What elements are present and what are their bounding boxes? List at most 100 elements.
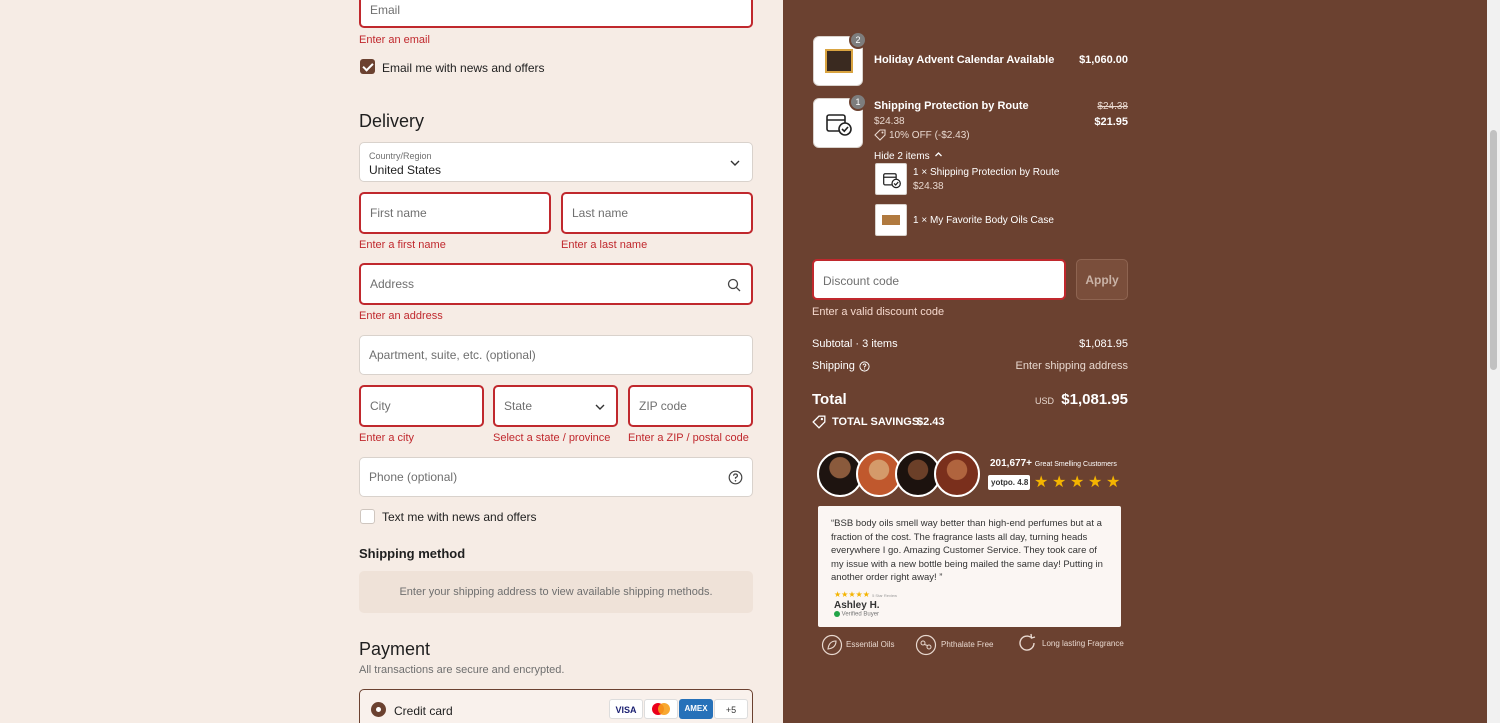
customer-count-label: Great Smelling Customers [1034, 461, 1117, 468]
visa-icon: VISA [609, 699, 643, 719]
molecule-icon [915, 634, 937, 656]
amex-icon: AMEX [679, 699, 713, 719]
payment-title: Payment [359, 639, 431, 659]
review-stars: ★★★★★ 5 Star Review [834, 590, 897, 599]
subtotal-label: Subtotal · 3 items [812, 338, 898, 350]
email-error: Enter an email [359, 34, 430, 46]
total-label: Total [812, 391, 847, 408]
email-field[interactable]: Email [359, 0, 753, 28]
customer-count-number: 201,677+ [990, 458, 1032, 469]
search-icon [727, 278, 741, 292]
payment-subtitle: All transactions are secure and encrypte… [359, 664, 565, 676]
item-quantity-badge: 2 [849, 31, 867, 49]
tag-icon [812, 415, 826, 429]
rating-star-icon: ★ [1034, 474, 1049, 491]
last-name-field[interactable]: Last name [561, 192, 753, 234]
feature-label: Essential Oils [846, 640, 895, 649]
first-name-field[interactable]: First name [359, 192, 551, 234]
total-currency: USD [1035, 396, 1055, 406]
item-unit-price: $24.38 [874, 116, 905, 127]
city-error: Enter a city [359, 432, 415, 444]
apartment-placeholder: Apartment, suite, etc. (optional) [369, 348, 536, 362]
order-summary: 2 Holiday Advent Calendar Available $1,0… [783, 0, 1487, 723]
apply-button[interactable]: Apply [1076, 259, 1128, 300]
customer-avatar [934, 451, 980, 497]
leaf-icon [821, 634, 843, 656]
chevron-up-icon [935, 152, 942, 157]
customer-count: 201,677+ Great Smelling Customers [990, 458, 1117, 469]
review-stars-label: 5 Star Review [872, 593, 897, 598]
yotpo-logo: yotpo. [991, 478, 1015, 487]
review-text: “BSB body oils smell way better than hig… [831, 518, 1103, 583]
yotpo-badge: yotpo. 4.8 [988, 475, 1030, 490]
credit-card-label: Credit card [394, 704, 453, 718]
text-news-label: Text me with news and offers [382, 510, 537, 524]
rating-star-icon: ★ [1070, 474, 1085, 491]
hide-items-toggle[interactable]: Hide 2 items [874, 146, 943, 164]
body-oils-case-image [882, 215, 900, 225]
state-select[interactable]: State [493, 385, 618, 427]
bundle-item-thumbnail [875, 163, 907, 195]
bundle-item-thumbnail [875, 204, 907, 236]
bundle-item-name: 1 × My Favorite Body Oils Case [913, 215, 1054, 226]
scrollbar-thumb[interactable] [1490, 130, 1497, 370]
item-price: $21.95 [1094, 116, 1128, 128]
zip-field[interactable]: ZIP code [628, 385, 753, 427]
phone-field[interactable]: Phone (optional) [359, 457, 753, 497]
state-placeholder: State [504, 399, 533, 413]
discount-error: Enter a valid discount code [812, 306, 945, 318]
shipping-method-notice-box: Enter your shipping address to view avai… [359, 571, 753, 613]
country-value: United States [369, 163, 442, 177]
item-discount: 10% OFF (-$2.43) [889, 130, 970, 141]
address-placeholder: Address [370, 277, 415, 291]
rating-star-icon: ★ [1052, 474, 1067, 491]
text-news-checkbox[interactable] [360, 509, 375, 524]
help-icon[interactable] [728, 470, 743, 485]
tag-icon [874, 129, 886, 141]
first-name-placeholder: First name [370, 206, 427, 220]
refresh-icon [1019, 633, 1036, 651]
zip-placeholder: ZIP code [639, 399, 687, 413]
yotpo-rating: 4.8 [1017, 478, 1029, 487]
state-error: Select a state / province [493, 432, 611, 444]
mastercard-logo [652, 703, 670, 715]
feature-label: Long lasting Fragrance [1042, 639, 1124, 648]
item-quantity-badge: 1 [849, 93, 867, 111]
credit-card-option[interactable]: Credit card VISA AMEX +5 [359, 689, 753, 723]
first-name-error: Enter a first name [359, 239, 446, 251]
shipping-method-notice: Enter your shipping address to view avai… [399, 586, 713, 598]
feature-label: Phthalate Free [941, 640, 994, 649]
verified-check-icon [834, 611, 840, 617]
package-shield-icon [826, 114, 852, 136]
country-select[interactable]: Country/Region United States [359, 142, 753, 182]
discount-code-input[interactable]: Discount code [812, 259, 1066, 300]
city-placeholder: City [370, 399, 391, 413]
email-placeholder: Email [370, 3, 401, 17]
shipping-label: Shipping [812, 360, 855, 372]
item-name: Holiday Advent Calendar Available [874, 54, 1055, 66]
help-icon[interactable] [859, 361, 870, 372]
shipping-value: Enter shipping address [1015, 360, 1128, 372]
more-cards-badge: +5 [714, 699, 748, 719]
city-field[interactable]: City [359, 385, 484, 427]
credit-card-radio[interactable] [371, 702, 386, 717]
apartment-field[interactable]: Apartment, suite, etc. (optional) [359, 335, 753, 375]
page-scrollbar[interactable] [1487, 0, 1500, 723]
review-card: “BSB body oils smell way better than hig… [818, 506, 1121, 627]
subtotal-value: $1,081.95 [1079, 338, 1128, 350]
country-label: Country/Region [369, 151, 432, 161]
bundle-item-name: 1 × Shipping Protection by Route [913, 167, 1060, 178]
item-price: $1,060.00 [1079, 54, 1128, 66]
phone-placeholder: Phone (optional) [369, 470, 458, 484]
discount-placeholder: Discount code [823, 274, 900, 288]
address-field[interactable]: Address [359, 263, 753, 305]
review-star-icon: ★★★★★ [834, 590, 870, 599]
zip-error: Enter a ZIP / postal code [628, 432, 749, 444]
email-news-checkbox[interactable] [360, 59, 375, 74]
checkout-form: Email Enter an email Email me with news … [0, 0, 783, 723]
total-savings-value: $2.43 [917, 416, 945, 428]
bundle-item-price: $24.38 [913, 181, 944, 192]
rating-star-icon: ★ [1106, 474, 1121, 491]
total-value: $1,081.95 [1061, 391, 1128, 408]
reviewer-name: Ashley H. [834, 600, 880, 611]
